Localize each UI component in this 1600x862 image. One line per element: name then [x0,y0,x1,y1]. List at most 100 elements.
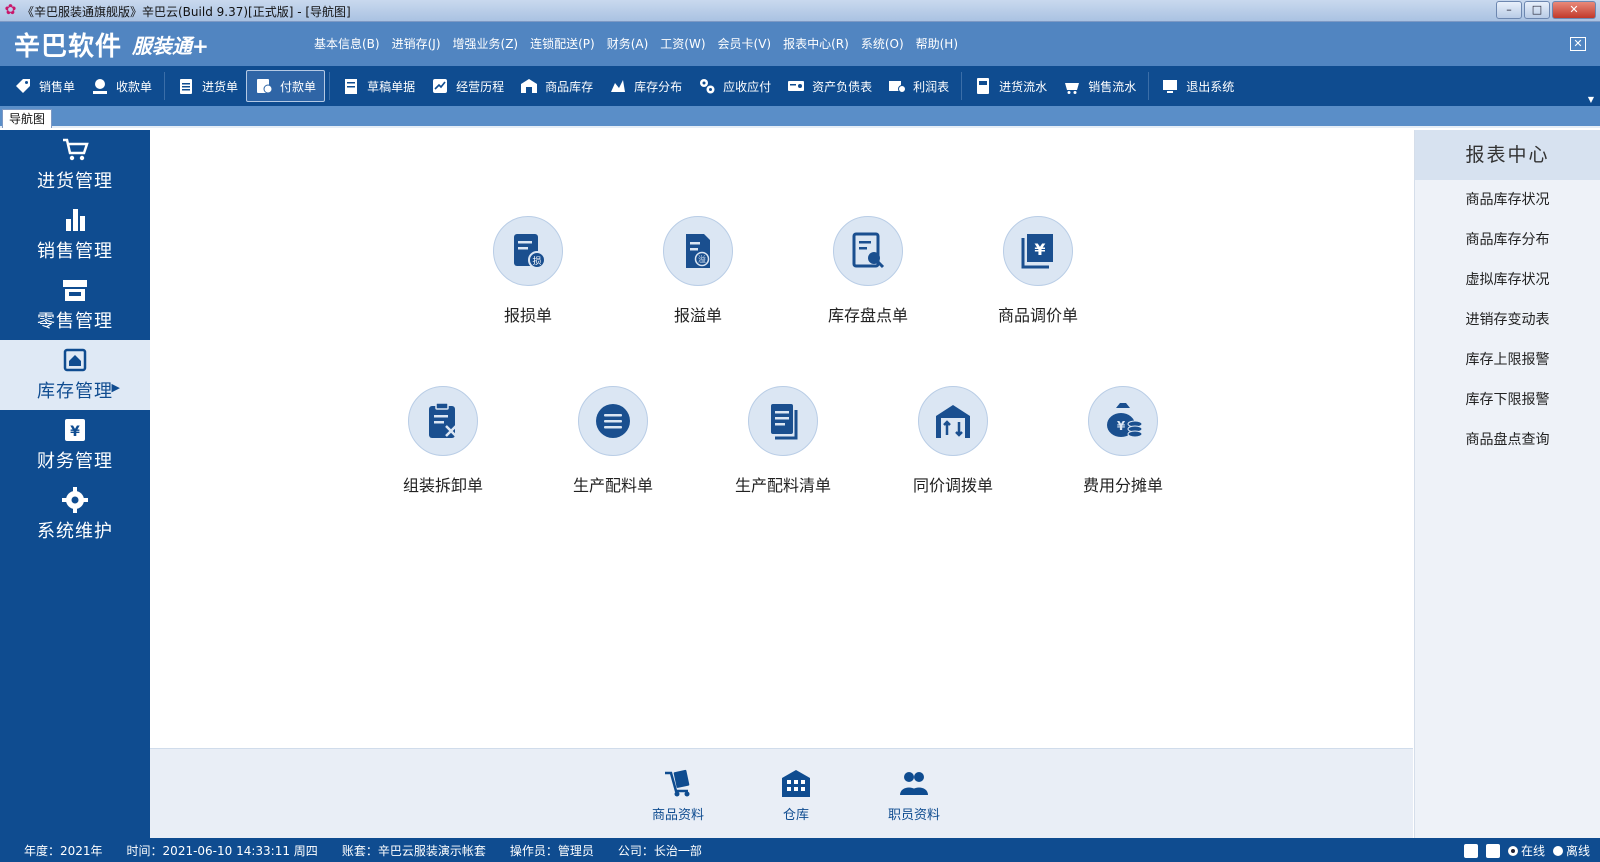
report-link-virtual-stock[interactable]: 虚拟库存状况 [1415,260,1600,300]
status-right: 在线 离线 [1463,842,1590,859]
menu-member[interactable]: 会员卡(V) [718,35,772,52]
online-radio[interactable]: 在线 [1507,842,1545,859]
toolbar-overflow-icon[interactable]: ▼ [1588,95,1594,104]
toolbar-exit[interactable]: 退出系统 [1153,70,1242,102]
warehouse-building-icon [782,770,810,797]
toolbar-sales-order[interactable]: 销售单 [6,70,83,102]
svg-text:¥: ¥ [1034,240,1045,259]
quick-link-goods[interactable]: 商品资料 [638,767,718,823]
trend-icon [433,79,448,93]
report-link-inventory-changes[interactable]: 进销存变动表 [1415,300,1600,340]
tile-overflow-report[interactable]: 溢 报溢单 [623,216,773,326]
toolbar-label: 库存分布 [634,79,683,94]
radio-selected-icon [1507,845,1518,856]
menu-wages[interactable]: 工资(W) [660,35,705,52]
tile-expense-allocation[interactable]: ¥ 费用分摊单 [1048,386,1198,496]
report-link-stock-status[interactable]: 商品库存状况 [1415,180,1600,220]
toolbar-sales-flow[interactable]: 销售流水 [1055,70,1144,102]
menu-chain[interactable]: 连锁配送(P) [530,35,595,52]
tile-label: 报损单 [503,306,552,325]
menu-system[interactable]: 系统(O) [861,35,904,52]
home-stock-icon [63,348,87,372]
quick-link-staff[interactable]: 职员资料 [874,767,954,823]
offline-radio[interactable]: 离线 [1552,842,1590,859]
menu-basic-info[interactable]: 基本信息(B) [314,35,380,52]
sidebar-item-sales[interactable]: 销售管理 [0,200,150,270]
tile-price-adjust[interactable]: ¥ 商品调价单 [963,216,1113,326]
toolbar-separator [961,72,963,100]
toolbar-receipt[interactable]: 收款单 [83,70,160,102]
status-bar: 年度：2021年 时间：2021-06-10 14:33:11 周四 账套：辛巴… [0,838,1600,862]
report-link-upper-limit-alert[interactable]: 库存上限报警 [1415,340,1600,380]
toolbar-business-history[interactable]: 经营历程 [423,70,512,102]
tool-icon[interactable] [1485,843,1500,858]
menu-inventory[interactable]: 进销存(J) [392,35,441,52]
tile-production[interactable]: 生产配料单 [538,386,688,496]
assembly-icon [429,402,457,438]
tile-label: 商品调价单 [997,306,1078,325]
sidebar-item-finance[interactable]: ¥ 财务管理 [0,410,150,480]
toolbar-separator [1148,72,1150,100]
svg-text:损: 损 [532,255,541,267]
tile-label: 同价调拨单 [912,476,993,495]
distribution-icon [611,80,626,92]
tile-icon-circle: ¥ [1003,216,1073,286]
toolbar-payment[interactable]: 付款单 [246,70,326,102]
close-window-button[interactable]: ✕ [1552,1,1596,19]
toolbar-balance-sheet[interactable]: 资产负债表 [779,70,880,102]
toolbar-label: 销售单 [39,79,76,94]
window-titlebar[interactable]: ✿ 《辛巴服装通旗舰版》辛巴云(Build 9.37)[正式版] - [导航图]… [0,0,1600,22]
toolbar-purchase-flow[interactable]: 进货流水 [966,70,1055,102]
clipboard-icon [180,79,193,94]
draft-icon [345,79,358,94]
toolbar-goods-stock[interactable]: 商品库存 [512,70,601,102]
menu-enhanced[interactable]: 增强业务(Z) [453,35,519,52]
toolbar-drafts[interactable]: 草稿单据 [334,70,423,102]
maximize-button[interactable]: □ [1524,1,1550,19]
active-caret-icon: ▶ [111,381,120,394]
report-link-stock-distribution[interactable]: 商品库存分布 [1415,220,1600,260]
toolbar-receivable-payable[interactable]: 应收应付 [690,70,779,102]
radio-unselected-icon [1552,845,1563,856]
tile-label: 报溢单 [673,306,722,325]
sidebar-item-retail[interactable]: 零售管理 [0,270,150,340]
tile-transfer[interactable]: 同价调拨单 [878,386,1028,496]
close-tab-button[interactable]: ✕ [1570,37,1586,51]
menu-reports[interactable]: 报表中心(R) [783,35,849,52]
sidebar-item-label: 财务管理 [37,451,113,472]
basic-data-bar: 商品资料 仓库 职员资料 [150,748,1413,838]
brand-name: 辛巴软件 [14,31,123,62]
tile-assembly[interactable]: 组装拆卸单 [368,386,518,496]
module-sidebar: 进货管理 销售管理 零售管理 库存管理 ▶ ¥ 财务管理 系统维护 [0,130,150,838]
quick-link-warehouse[interactable]: 仓库 [756,767,836,823]
production-list-icon [771,404,798,440]
tab-navigation-map[interactable]: 导航图 [2,109,53,128]
toolbar-purchase-order[interactable]: 进货单 [169,70,246,102]
tile-label: 库存盘点单 [827,306,908,325]
print-icon[interactable] [1463,843,1478,858]
toolbar-label: 资产负债表 [812,79,873,94]
tile-production-list[interactable]: 生产配料清单 [708,386,858,496]
status-company: 公司：长治一部 [617,843,702,858]
toolbar-separator [329,72,331,100]
toolbar-stock-distribution[interactable]: 库存分布 [601,70,690,102]
sidebar-item-inventory[interactable]: 库存管理 ▶ [0,340,150,410]
sidebar-item-system[interactable]: 系统维护 [0,480,150,550]
status-account: 账套：辛巴云服装演示帐套 [341,843,486,858]
tile-stocktake[interactable]: 库存盘点单 [793,216,943,326]
minimize-button[interactable]: – [1496,1,1522,19]
toolbar-label: 应收应付 [723,79,772,94]
product-name: 服装通+ [132,33,209,58]
toolbar-profit[interactable]: 利润表 [880,70,957,102]
navigation-map: 损 报损单 溢 报溢单 库存盘点单 ¥ 商品调价单 组装拆卸单 生产配料单 生产… [150,130,1413,748]
report-link-lower-limit-alert[interactable]: 库存下限报警 [1415,380,1600,420]
toolbar-label: 商品库存 [545,79,594,94]
sidebar-item-purchase[interactable]: 进货管理 [0,130,150,200]
report-link-stocktake-query[interactable]: 商品盘点查询 [1415,420,1600,460]
menu-finance[interactable]: 财务(A) [607,35,649,52]
toolbar-label: 收款单 [116,79,153,94]
menu-help[interactable]: 帮助(H) [916,35,958,52]
toolbar-label: 付款单 [280,79,317,94]
tile-loss-report[interactable]: 损 报损单 [453,216,603,326]
main-menu: 基本信息(B) 进销存(J) 增强业务(Z) 连锁配送(P) 财务(A) 工资(… [314,35,958,52]
